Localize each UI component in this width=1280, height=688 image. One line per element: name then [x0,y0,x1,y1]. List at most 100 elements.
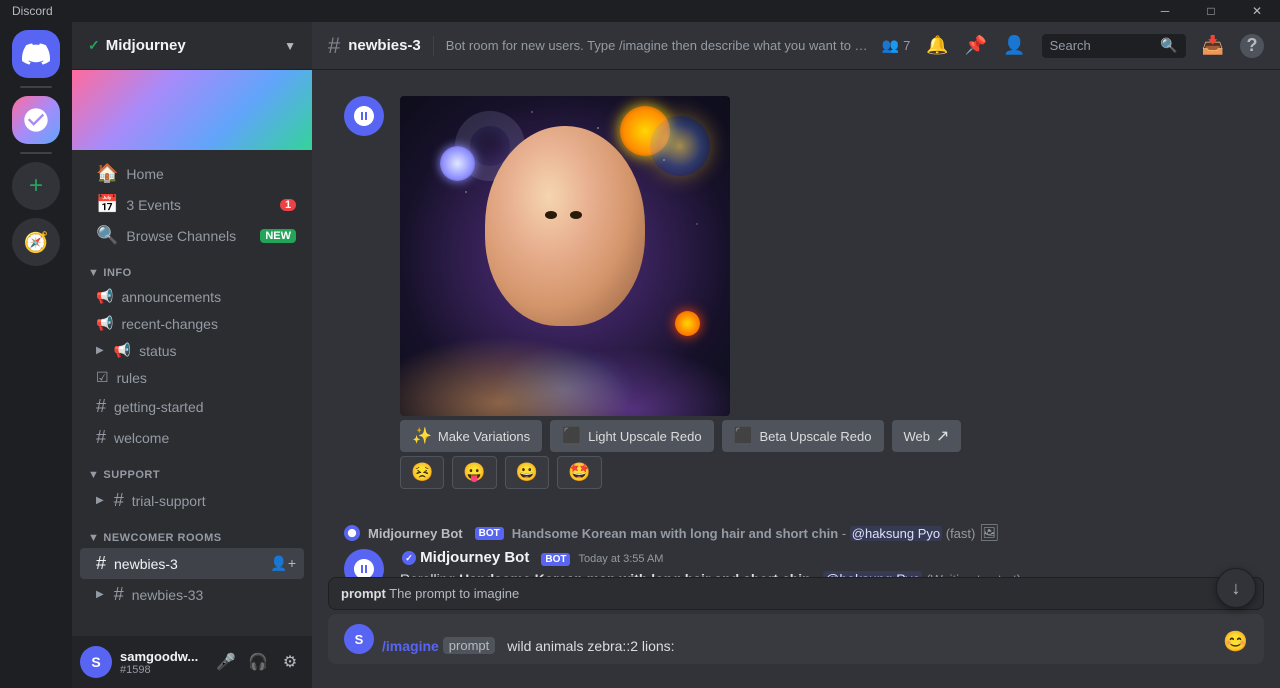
channel-sidebar: ✓ Midjourney ▼ 🏠 Home 📅 3 Events 1 🔍 Bro… [72,22,312,688]
upload-file-button[interactable]: S [344,614,374,664]
midjourney-server-icon[interactable] [12,96,60,144]
body-bold: Handsome Korean man with long hair and s… [459,571,811,577]
browse-icon: 🔍 [96,225,118,246]
channel-name: newbies-3 [114,556,262,572]
sidebar-item-events[interactable]: 📅 3 Events 1 [80,189,304,220]
category-support[interactable]: ▼ SUPPORT [72,453,312,485]
message-author[interactable]: ✓ Midjourney Bot [400,549,529,566]
collapse-arrow-2: ▶ [96,495,104,506]
beta-upscale-redo-button[interactable]: ⬛ Beta Upscale Redo [722,420,884,452]
message-input-content[interactable]: /imagine prompt [382,627,1215,664]
members-count: 7 [903,38,910,53]
sidebar-item-recent-changes[interactable]: 📢 recent-changes [80,310,304,337]
message-reference: Midjourney Bot BOT Handsome Korean man w… [328,521,1264,547]
sidebar-item-welcome[interactable]: # welcome [80,422,304,453]
artwork-eye-left [545,211,557,219]
category-arrow-2: ▼ [88,469,99,481]
sidebar-item-newbies-3[interactable]: # newbies-3 👤+ [80,548,304,579]
prompt-tooltip: prompt The prompt to imagine [328,577,1264,610]
main-content: # newbies-3 Bot room for new users. Type… [312,22,1280,688]
web-label: Web [904,429,931,444]
sidebar-item-getting-started[interactable]: # getting-started [80,391,304,422]
artwork-cosmic [650,116,710,176]
bot-tag-ref: BOT [475,527,504,540]
channel-name: newbies-33 [132,587,296,603]
events-label: 3 Events [126,197,272,213]
mute-button[interactable]: 🎤 [212,648,240,676]
channel-header: # newbies-3 Bot room for new users. Type… [312,22,1280,70]
bot-avatar-2 [344,549,384,577]
sidebar-item-browse[interactable]: 🔍 Browse Channels NEW [80,220,304,251]
sidebar-item-announcements[interactable]: 📢 announcements [80,283,304,310]
user-info: samgoodw... #1598 [120,649,204,676]
reaction-0[interactable]: 😣 [400,456,444,489]
channel-header-name: newbies-3 [348,37,421,54]
reaction-2[interactable]: 😀 [505,456,549,489]
bot-avatar [344,96,384,136]
search-bar[interactable]: 🔍 [1042,34,1186,58]
sidebar-item-newbies-33[interactable]: ▶ # newbies-33 [80,579,304,610]
server-header[interactable]: ✓ Midjourney ▼ [72,22,312,70]
inbox-button[interactable]: 📥 [1202,35,1224,56]
channel-list: 🏠 Home 📅 3 Events 1 🔍 Browse Channels NE… [72,150,312,636]
make-variations-button[interactable]: ✨ Make Variations [400,420,542,452]
header-divider [433,36,434,56]
maximize-button[interactable]: □ [1188,0,1234,22]
input-avatar: S [344,624,374,654]
hash-icon-3: # [114,490,124,511]
web-button[interactable]: Web ↗ [892,420,962,452]
reaction-3[interactable]: 🤩 [557,456,601,489]
light-upscale-redo-button[interactable]: ⬛ Light Upscale Redo [550,420,713,452]
body-prefix: Rerolling [400,571,459,577]
reaction-buttons: 😣 😛 😀 🤩 [400,456,1248,489]
category-info[interactable]: ▼ INFO [72,251,312,283]
members-panel-button[interactable]: 👤 [1003,35,1025,56]
user-controls: 🎤 🎧 ⚙ [212,648,304,676]
image-message-content: ✨ Make Variations ⬛ Light Upscale Redo ⬛… [400,96,1248,493]
add-member-icon[interactable]: 👤+ [270,555,296,572]
prompt-label: prompt [341,586,386,601]
members-count-button[interactable]: 👥 7 [882,37,911,54]
search-input[interactable] [1050,38,1157,53]
server-divider-2 [20,152,52,154]
reaction-1[interactable]: 😛 [452,456,496,489]
minimize-button[interactable]: ─ [1142,0,1188,22]
ai-generated-image[interactable] [400,96,730,416]
channel-hash-icon: # [328,33,340,59]
hash-icon-4: # [96,553,106,574]
channel-name: recent-changes [121,316,296,332]
category-newcomer[interactable]: ▼ NEWCOMER ROOMS [72,516,312,548]
artwork-eye-right [570,211,582,219]
channel-name: announcements [121,289,296,305]
make-variations-label: Make Variations [438,429,530,444]
channel-name: rules [117,370,296,386]
emoji-picker-button[interactable]: 😊 [1223,619,1248,664]
sidebar-item-home[interactable]: 🏠 Home [80,158,304,189]
home-label: Home [126,166,296,182]
category-label-3: NEWCOMER ROOMS [103,532,221,544]
reroll-content: ✓ Midjourney Bot BOT Today at 3:55 AM Re… [400,549,1248,577]
sidebar-item-rules[interactable]: ☑ rules [80,364,304,391]
command-input[interactable] [507,638,688,654]
image-ref-icon[interactable]: 🖼 [979,525,999,542]
message-header: ✓ Midjourney Bot BOT Today at 3:55 AM [400,549,1248,566]
sidebar-item-status[interactable]: ▶ 📢 status [80,337,304,364]
ref-author: Midjourney Bot [368,526,463,541]
discover-server-button[interactable]: 🧭 [12,218,60,266]
app-title: Discord [0,4,65,18]
body-mention[interactable]: @haksung Pyo [823,571,922,577]
deafen-button[interactable]: 🎧 [244,648,272,676]
notification-button[interactable]: 🔔 [926,35,948,56]
settings-button[interactable]: ⚙ [276,648,304,676]
hash-icon: # [96,396,106,417]
user-name: samgoodw... [120,649,204,664]
help-button[interactable]: ? [1240,34,1264,58]
prompt-description: The prompt to imagine [389,586,519,601]
sidebar-item-trial-support[interactable]: ▶ # trial-support [80,485,304,516]
pin-button[interactable]: 📌 [965,35,987,56]
close-button[interactable]: ✕ [1234,0,1280,22]
add-server-button[interactable]: + [12,162,60,210]
discord-home-button[interactable] [12,30,60,78]
message-group-reroll: Midjourney Bot BOT Handsome Korean man w… [312,513,1280,577]
bot-tag: BOT [541,553,570,566]
